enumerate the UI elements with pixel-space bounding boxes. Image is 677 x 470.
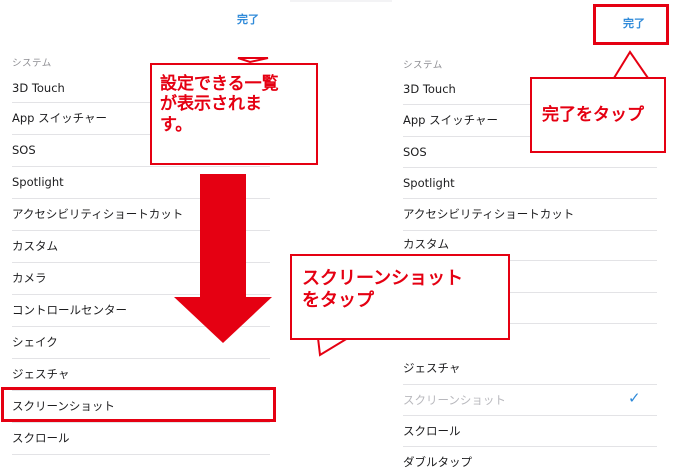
callout-line: 設定できる一覧 xyxy=(160,74,279,94)
down-arrow-shaft xyxy=(200,174,246,299)
callout-tail-list xyxy=(237,57,269,64)
callout-tap-screenshot: スクリーンショット をタップ xyxy=(290,254,510,340)
callout-tap-done: 完了をタップ xyxy=(530,77,666,153)
callout-tail-done xyxy=(612,50,650,79)
callout-line: 完了をタップ xyxy=(542,104,644,125)
callout-tail-screenshot xyxy=(316,337,352,357)
callout-list-description: 設定できる一覧 が表示されま す。 xyxy=(150,63,318,165)
callout-line: が表示されま xyxy=(160,94,262,115)
callout-line: す。 xyxy=(160,114,193,135)
callout-line: をタップ xyxy=(302,289,374,311)
callout-line: スクリーンショット xyxy=(302,268,464,289)
down-arrow-icon xyxy=(174,297,272,343)
callout-tails xyxy=(237,50,650,357)
